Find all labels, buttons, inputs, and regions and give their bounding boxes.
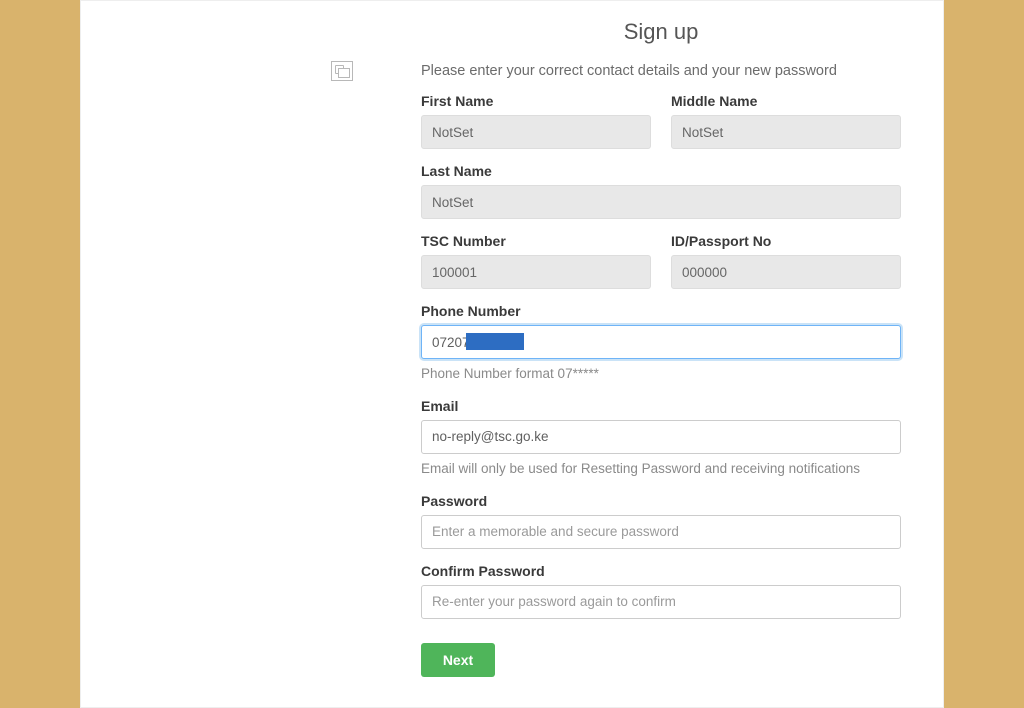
intro-text: Please enter your correct contact detail… <box>421 63 901 79</box>
last-name-label: Last Name <box>421 163 901 179</box>
email-field: Email Email will only be used for Resett… <box>421 398 901 479</box>
page-title: Sign up <box>421 19 901 45</box>
tsc-number-field: TSC Number <box>421 233 651 289</box>
phone-label: Phone Number <box>421 303 901 319</box>
email-input[interactable] <box>421 420 901 454</box>
right-gold-border <box>944 0 1024 708</box>
middle-name-label: Middle Name <box>671 93 901 109</box>
signup-panel: Sign up Please enter your correct contac… <box>80 0 944 708</box>
tsc-number-input <box>421 255 651 289</box>
confirm-password-label: Confirm Password <box>421 563 901 579</box>
phone-redaction-overlay <box>466 333 524 350</box>
password-label: Password <box>421 493 901 509</box>
first-name-field: First Name <box>421 93 651 149</box>
id-passport-label: ID/Passport No <box>671 233 901 249</box>
middle-name-field: Middle Name <box>671 93 901 149</box>
signup-form: Sign up Please enter your correct contac… <box>421 11 901 677</box>
image-placeholder-icon <box>331 61 353 81</box>
first-name-input <box>421 115 651 149</box>
last-name-input <box>421 185 901 219</box>
id-passport-field: ID/Passport No <box>671 233 901 289</box>
left-gold-border <box>0 0 80 708</box>
middle-name-input <box>671 115 901 149</box>
first-name-label: First Name <box>421 93 651 109</box>
password-field: Password <box>421 493 901 549</box>
left-column <box>101 11 421 677</box>
phone-hint: Phone Number format 07***** <box>421 365 901 384</box>
tsc-number-label: TSC Number <box>421 233 651 249</box>
last-name-field: Last Name <box>421 163 901 219</box>
confirm-password-field: Confirm Password <box>421 563 901 619</box>
email-label: Email <box>421 398 901 414</box>
phone-field: Phone Number Phone Number format 07***** <box>421 303 901 384</box>
password-input[interactable] <box>421 515 901 549</box>
confirm-password-input[interactable] <box>421 585 901 619</box>
id-passport-input <box>671 255 901 289</box>
email-hint: Email will only be used for Resetting Pa… <box>421 460 901 479</box>
